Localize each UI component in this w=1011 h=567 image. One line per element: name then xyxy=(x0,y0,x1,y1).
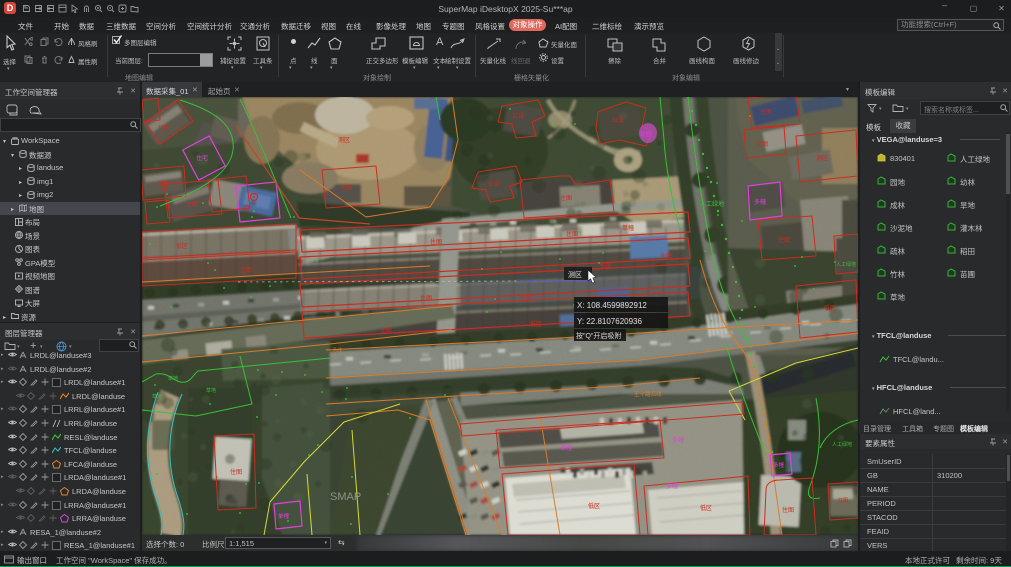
svg-text:低区: 低区 xyxy=(588,502,600,510)
svg-text:公设: 公设 xyxy=(512,112,524,120)
svg-text:住图: 住图 xyxy=(380,326,392,334)
svg-text:低区: 低区 xyxy=(158,180,170,188)
svg-text:住图: 住图 xyxy=(430,238,442,246)
svg-text:公设: 公设 xyxy=(612,116,624,124)
svg-text:住图: 住图 xyxy=(186,200,198,208)
svg-text:低区: 低区 xyxy=(530,320,542,328)
svg-text:住图: 住图 xyxy=(158,124,170,132)
svg-text:住图: 住图 xyxy=(420,294,432,302)
svg-text:多幢: 多幢 xyxy=(672,436,684,444)
svg-text:单幢: 单幢 xyxy=(622,224,634,232)
svg-text:测区: 测区 xyxy=(816,154,828,162)
svg-text:住图: 住图 xyxy=(778,236,790,244)
svg-text:单幢: 单幢 xyxy=(278,512,290,520)
svg-text:住图: 住图 xyxy=(756,140,768,148)
svg-text:沿线: 沿线 xyxy=(332,347,342,354)
svg-text:多幢: 多幢 xyxy=(773,461,785,469)
svg-text:住图: 住图 xyxy=(560,194,572,202)
svg-text:人工绿地: 人工绿地 xyxy=(832,441,852,448)
svg-text:住图: 住图 xyxy=(660,252,672,260)
svg-text:住图: 住图 xyxy=(566,230,578,238)
svg-text:住图: 住图 xyxy=(340,184,352,192)
svg-text:多幢: 多幢 xyxy=(754,198,766,206)
svg-text:低区: 低区 xyxy=(700,504,712,512)
svg-text:低区: 低区 xyxy=(600,262,612,270)
svg-text:住图: 住图 xyxy=(230,468,242,476)
svg-text:幼园: 幼园 xyxy=(640,130,652,138)
svg-text:住图: 住图 xyxy=(760,108,772,116)
svg-text:住宅: 住宅 xyxy=(196,154,208,162)
svg-text:Y: 22.8107620936: Y: 22.8107620936 xyxy=(577,317,643,326)
svg-text:公设: 公设 xyxy=(488,180,500,188)
svg-text:王十路沿线: 王十路沿线 xyxy=(634,390,662,398)
svg-text:住图: 住图 xyxy=(838,497,848,504)
svg-text:多幢: 多幢 xyxy=(666,482,678,490)
svg-text:草地: 草地 xyxy=(168,375,178,382)
svg-text:测区: 测区 xyxy=(338,136,350,144)
svg-text:SMAP: SMAP xyxy=(330,491,361,503)
svg-text:住图: 住图 xyxy=(520,294,532,302)
svg-text:低区: 低区 xyxy=(824,304,836,312)
svg-text:人工绿地: 人工绿地 xyxy=(836,261,856,268)
svg-text:X: 108.4599892912: X: 108.4599892912 xyxy=(577,301,647,310)
svg-text:单幢: 单幢 xyxy=(560,444,572,452)
svg-text:住图: 住图 xyxy=(240,266,252,274)
svg-text:低区: 低区 xyxy=(176,242,188,250)
svg-text:测区: 测区 xyxy=(568,271,582,279)
svg-text:草地: 草地 xyxy=(206,387,216,394)
svg-text:住图: 住图 xyxy=(782,506,794,514)
svg-text:按"Q"开启吸附: 按"Q"开启吸附 xyxy=(576,331,621,340)
svg-text:人工绿地: 人工绿地 xyxy=(700,200,724,208)
